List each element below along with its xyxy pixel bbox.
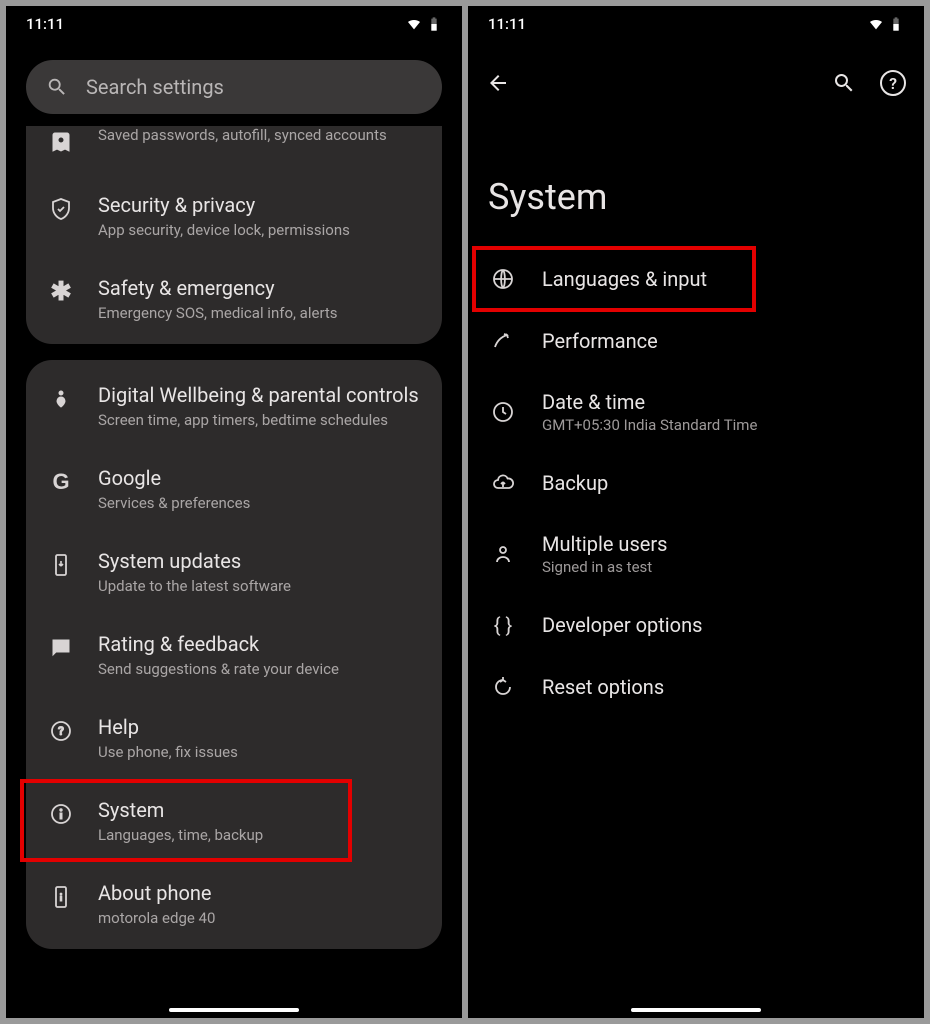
wifi-icon: [868, 16, 884, 32]
settings-group-2: Digital Wellbeing & parental controls Sc…: [26, 360, 442, 949]
row-title: System updates: [98, 548, 420, 575]
clock-icon: [491, 400, 515, 424]
system-row-users[interactable]: Multiple users Signed in as test: [468, 514, 924, 594]
search-icon: [46, 76, 68, 98]
row-subtitle: GMT+05:30 India Standard Time: [542, 416, 902, 434]
row-title: Date & time: [542, 390, 902, 414]
row-subtitle: Screen time, app timers, bedtime schedul…: [98, 411, 420, 429]
page-title: System: [468, 106, 924, 248]
row-title: Safety & emergency: [98, 275, 420, 302]
row-title: Google: [98, 465, 420, 492]
svg-text:?: ?: [58, 724, 64, 738]
phone-update-icon: [49, 553, 73, 577]
system-row-backup[interactable]: Backup: [468, 452, 924, 514]
settings-row-security[interactable]: Security & privacy App security, device …: [26, 174, 442, 257]
search-icon[interactable]: [832, 71, 856, 95]
settings-group-1: Passwords & accounts Saved passwords, au…: [26, 126, 442, 344]
row-title: About phone: [98, 880, 420, 907]
settings-row-passwords[interactable]: Passwords & accounts Saved passwords, au…: [26, 126, 442, 174]
system-row-devoptions[interactable]: { } Developer options: [468, 594, 924, 656]
system-row-languages[interactable]: Languages & input: [468, 248, 924, 310]
search-settings[interactable]: Search settings: [26, 60, 442, 114]
row-subtitle: Saved passwords, autofill, synced accoun…: [98, 126, 420, 144]
battery-icon: [426, 16, 442, 32]
row-subtitle: Use phone, fix issues: [98, 743, 420, 761]
braces-icon: { }: [494, 613, 513, 637]
row-subtitle: Signed in as test: [542, 558, 902, 576]
settings-row-rating[interactable]: Rating & feedback Send suggestions & rat…: [26, 613, 442, 696]
system-row-reset[interactable]: Reset options: [468, 656, 924, 718]
phone-system-page: 11:11 ? System Languages & input Perform…: [468, 6, 924, 1018]
search-wrap: Search settings: [6, 42, 462, 126]
wellbeing-icon: [49, 387, 73, 411]
row-title: Multiple users: [542, 532, 902, 556]
row-subtitle: Send suggestions & rate your device: [98, 660, 420, 678]
settings-row-google[interactable]: G Google Services & preferences: [26, 447, 442, 530]
row-subtitle: Services & preferences: [98, 494, 420, 512]
row-subtitle: Update to the latest software: [98, 577, 420, 595]
status-time: 11:11: [26, 15, 64, 33]
row-title: Backup: [542, 471, 902, 495]
settings-row-system[interactable]: System Languages, time, backup: [26, 779, 442, 862]
settings-row-updates[interactable]: System updates Update to the latest soft…: [26, 530, 442, 613]
row-title: Rating & feedback: [98, 631, 420, 658]
status-time: 11:11: [488, 15, 526, 33]
reset-icon: [491, 675, 515, 699]
info-icon: [49, 802, 73, 826]
status-bar: 11:11: [6, 6, 462, 42]
row-title: Help: [98, 714, 420, 741]
row-title: Languages & input: [542, 267, 902, 291]
row-subtitle: App security, device lock, permissions: [98, 221, 420, 239]
settings-row-safety[interactable]: ✱ Safety & emergency Emergency SOS, medi…: [26, 257, 442, 340]
system-row-datetime[interactable]: Date & time GMT+05:30 India Standard Tim…: [468, 372, 924, 452]
row-title: System: [98, 797, 420, 824]
google-icon: G: [52, 469, 69, 495]
person-icon: [491, 542, 515, 566]
globe-icon: [491, 267, 515, 291]
asterisk-icon: ✱: [50, 277, 72, 307]
settings-row-wellbeing[interactable]: Digital Wellbeing & parental controls Sc…: [26, 364, 442, 447]
nav-pill[interactable]: [631, 1008, 761, 1012]
row-title: Reset options: [542, 675, 902, 699]
feedback-icon: [49, 636, 73, 660]
row-title: Security & privacy: [98, 192, 420, 219]
row-title: Digital Wellbeing & parental controls: [98, 382, 420, 409]
phone-info-icon: [49, 885, 73, 909]
help-icon: ?: [49, 719, 73, 743]
appbar: ?: [468, 42, 924, 106]
row-subtitle: Languages, time, backup: [98, 826, 420, 844]
battery-icon: [888, 16, 904, 32]
status-bar: 11:11: [468, 6, 924, 42]
nav-pill[interactable]: [169, 1008, 299, 1012]
settings-row-help[interactable]: ? Help Use phone, fix issues: [26, 696, 442, 779]
wifi-icon: [406, 16, 422, 32]
settings-row-about[interactable]: About phone motorola edge 40: [26, 862, 442, 945]
cloud-upload-icon: [491, 471, 515, 495]
shield-icon: [49, 197, 73, 221]
status-icons: [406, 16, 442, 32]
row-subtitle: Emergency SOS, medical info, alerts: [98, 304, 420, 322]
row-title: Developer options: [542, 613, 902, 637]
row-title: Performance: [542, 329, 902, 353]
phone-settings-main: 11:11 Search settings Passwords & accoun…: [6, 6, 462, 1018]
row-subtitle: motorola edge 40: [98, 909, 420, 927]
performance-icon: [491, 329, 515, 353]
help-icon[interactable]: ?: [880, 70, 906, 96]
key-icon: [49, 131, 73, 155]
status-icons: [868, 16, 904, 32]
system-row-performance[interactable]: Performance: [468, 310, 924, 372]
search-placeholder: Search settings: [86, 75, 224, 99]
back-icon[interactable]: [486, 71, 510, 95]
